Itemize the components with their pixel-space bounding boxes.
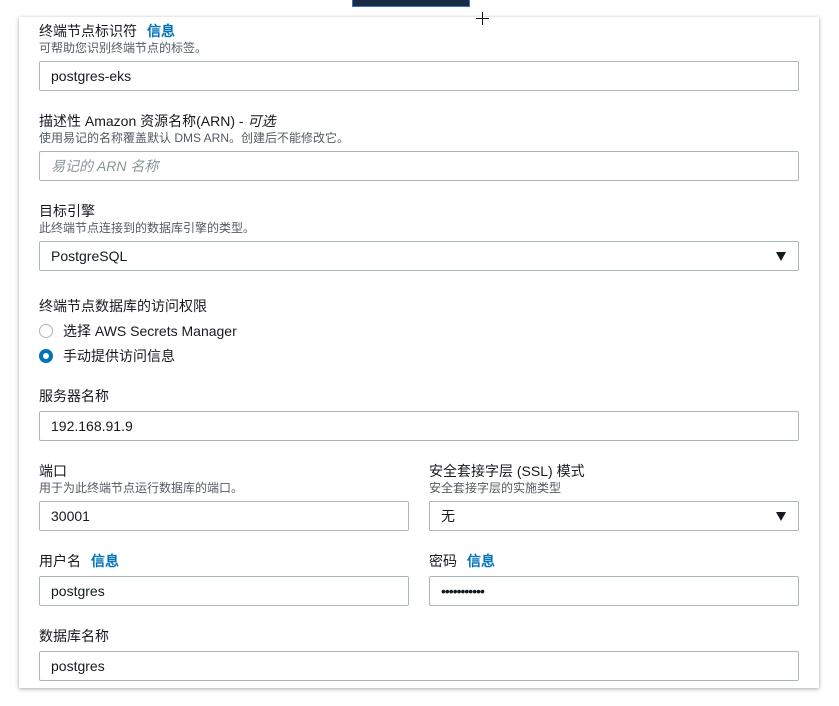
- endpoint-id-label-text: 终端节点标识符: [39, 23, 137, 39]
- ssl-mode-label: 安全套接字层 (SSL) 模式: [429, 463, 585, 479]
- username-label: 用户名 信息: [39, 552, 119, 570]
- chevron-down-icon: [776, 512, 786, 521]
- arn-label: 描述性 Amazon 资源名称(ARN) - 可选: [39, 112, 275, 130]
- radio-manual-access-label: 手动提供访问信息: [63, 348, 175, 364]
- password-label-text: 密码: [429, 553, 457, 569]
- arn-optional-tag: 可选: [247, 113, 276, 129]
- port-input[interactable]: 30001: [39, 501, 409, 531]
- target-engine-description: 此终端节点连接到的数据库引擎的类型。: [39, 221, 256, 235]
- arn-description: 使用易记的名称覆盖默认 DMS ARN。创建后不能修改它。: [39, 131, 350, 145]
- radio-secrets-manager[interactable]: [39, 324, 53, 338]
- database-name-label: 数据库名称: [39, 628, 109, 644]
- endpoint-id-label: 终端节点标识符 信息: [39, 22, 175, 40]
- target-engine-label: 目标引擎: [39, 203, 95, 219]
- database-name-input[interactable]: postgres: [39, 651, 799, 681]
- ssl-mode-description: 安全套接字层的实施类型: [429, 481, 562, 495]
- endpoint-id-info-link[interactable]: 信息: [147, 23, 175, 39]
- server-name-label: 服务器名称: [39, 388, 109, 404]
- chevron-down-icon: [776, 252, 786, 261]
- target-engine-select[interactable]: PostgreSQL: [39, 241, 799, 271]
- crosshair-cursor-icon: [476, 12, 489, 25]
- arn-label-text: 描述性 Amazon 资源名称(ARN) -: [39, 113, 248, 129]
- password-info-link[interactable]: 信息: [467, 553, 495, 569]
- password-input[interactable]: •••••••••••: [429, 576, 799, 606]
- username-label-text: 用户名: [39, 553, 81, 569]
- username-info-link[interactable]: 信息: [91, 553, 119, 569]
- ssl-mode-select[interactable]: 无: [429, 501, 799, 531]
- ssl-mode-selected-value: 无: [441, 508, 455, 524]
- endpoint-id-description: 可帮助您识别终端节点的标签。: [39, 41, 208, 55]
- arn-input[interactable]: 易记的 ARN 名称: [39, 151, 799, 181]
- radio-secrets-manager-label: 选择 AWS Secrets Manager: [63, 323, 237, 339]
- radio-manual-access[interactable]: [39, 349, 53, 363]
- password-label: 密码 信息: [429, 552, 495, 570]
- target-engine-selected-value: PostgreSQL: [51, 248, 128, 264]
- endpoint-config-panel: 终端节点标识符 信息 可帮助您识别终端节点的标签。 postgres-eks 描述…: [19, 17, 819, 688]
- port-label: 端口: [39, 463, 67, 479]
- username-input[interactable]: postgres: [39, 576, 409, 606]
- server-name-input[interactable]: 192.168.91.9: [39, 411, 799, 441]
- access-label: 终端节点数据库的访问权限: [39, 298, 207, 314]
- port-description: 用于为此终端节点运行数据库的端口。: [39, 481, 244, 495]
- window-titlebar-fragment: [352, 0, 470, 7]
- endpoint-id-input[interactable]: postgres-eks: [39, 61, 799, 91]
